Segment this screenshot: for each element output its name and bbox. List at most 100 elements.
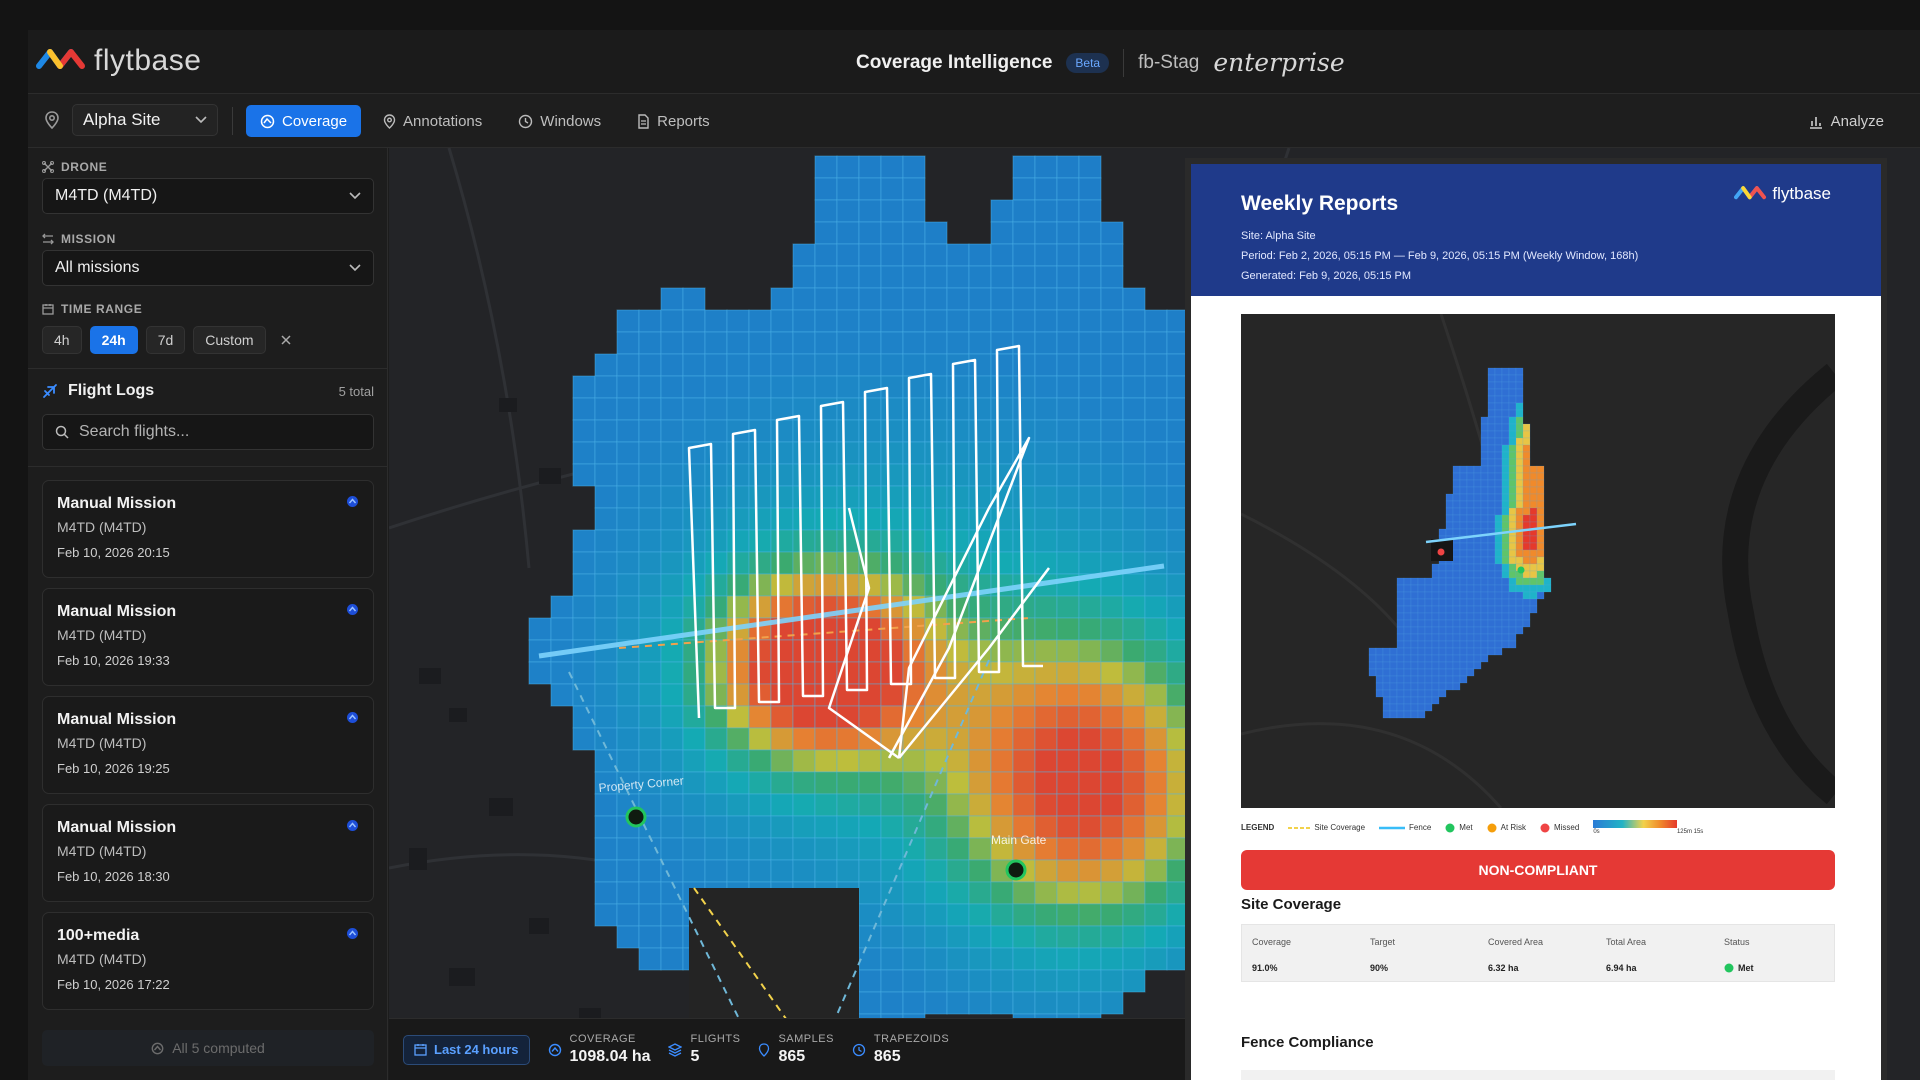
coverage-cell — [682, 419, 706, 443]
report-coverage-cell — [1501, 395, 1510, 404]
coverage-cell — [880, 903, 904, 927]
coverage-cell — [1166, 397, 1190, 421]
time-chip-4h[interactable]: 4h — [42, 326, 82, 354]
coverage-cell — [792, 243, 816, 267]
coverage-cell — [528, 661, 552, 685]
report-coverage-cell — [1487, 535, 1496, 544]
report-coverage-cell — [1543, 584, 1552, 593]
coverage-cell — [902, 441, 926, 465]
mission-select[interactable]: All missions — [42, 250, 374, 286]
coverage-cell — [814, 551, 838, 575]
report-coverage-cell — [1480, 493, 1489, 502]
time-chip-24h[interactable]: 24h — [89, 326, 138, 354]
coverage-cell — [1166, 947, 1190, 971]
report-coverage-cell — [1508, 619, 1517, 628]
coverage-status-icon[interactable] — [346, 819, 359, 832]
property-corner-marker[interactable] — [625, 806, 647, 828]
report-coverage-cell — [1445, 577, 1454, 586]
time-filter-button[interactable]: Last 24 hours — [403, 1034, 530, 1065]
report-coverage-cell — [1480, 465, 1489, 474]
report-coverage-cell — [1494, 626, 1503, 635]
tab-coverage[interactable]: Coverage — [246, 105, 362, 137]
report-coverage-cell — [1501, 556, 1510, 565]
coverage-cell — [858, 177, 882, 201]
coverage-cell — [946, 903, 970, 927]
report-coverage-cell — [1431, 619, 1440, 628]
report-coverage-cell — [1459, 591, 1468, 600]
report-coverage-cell — [1466, 549, 1475, 558]
coverage-cell — [1056, 265, 1080, 289]
report-coverage-cell — [1382, 689, 1391, 698]
site-coverage-table: Coverage 91.0% Target 90% Covered Area 6.32… — [1241, 924, 1835, 982]
org-name[interactable]: fb-Stag — [1138, 52, 1199, 74]
coverage-cell — [902, 287, 926, 311]
table-header: Target — [1370, 937, 1396, 947]
coverage-cell — [968, 705, 992, 729]
coverage-cell — [836, 573, 860, 597]
weekly-report-panel[interactable]: Weekly Reports Site: Alpha Site Period: … — [1191, 164, 1881, 1080]
report-coverage-cell — [1438, 619, 1447, 628]
coverage-cell — [858, 947, 882, 971]
stat-coverage-value: 1098.04 ha — [569, 1048, 651, 1065]
report-coverage-cell — [1494, 500, 1503, 509]
report-coverage-cell — [1494, 563, 1503, 572]
coverage-cell — [946, 837, 970, 861]
flight-card[interactable]: Manual Mission M4TD (M4TD) Feb 10, 2026 19… — [42, 696, 374, 794]
report-coverage-cell — [1487, 598, 1496, 607]
report-coverage-cell — [1487, 444, 1496, 453]
tab-reports[interactable]: Reports — [623, 105, 724, 137]
main-gate-marker[interactable] — [1005, 859, 1027, 881]
coverage-cell — [1034, 771, 1058, 795]
tab-annotations[interactable]: Annotations — [369, 105, 496, 137]
coverage-cell — [858, 221, 882, 245]
search-flights-input[interactable] — [79, 423, 359, 441]
report-coverage-cell — [1431, 612, 1440, 621]
coverage-cell — [616, 925, 640, 949]
coverage-status-icon[interactable] — [346, 927, 359, 940]
report-coverage-cell — [1501, 584, 1510, 593]
coverage-cell — [682, 859, 706, 883]
drone-select[interactable]: M4TD (M4TD) — [42, 178, 374, 214]
coverage-cell — [660, 595, 684, 619]
coverage-cell — [1166, 661, 1190, 685]
flight-card[interactable]: Manual Mission M4TD (M4TD) Feb 10, 2026 20… — [42, 480, 374, 578]
report-coverage-cell — [1403, 710, 1412, 719]
coverage-status-icon[interactable] — [346, 603, 359, 616]
report-coverage-cell — [1501, 451, 1510, 460]
coverage-cell — [726, 661, 750, 685]
coverage-cell — [704, 705, 728, 729]
flight-card[interactable]: 100+media M4TD (M4TD) Feb 10, 2026 17:22 — [42, 912, 374, 1010]
coverage-cell — [1100, 969, 1124, 993]
report-coverage-cell — [1529, 598, 1538, 607]
report-coverage-cell — [1382, 661, 1391, 670]
report-coverage-cell — [1487, 374, 1496, 383]
time-chip-custom[interactable]: Custom — [193, 326, 266, 354]
report-coverage-cell — [1494, 591, 1503, 600]
coverage-cell — [836, 419, 860, 443]
coverage-cell — [1122, 881, 1146, 905]
tab-windows[interactable]: Windows — [504, 105, 615, 137]
report-coverage-cell — [1536, 479, 1545, 488]
report-coverage-cell — [1403, 661, 1412, 670]
coverage-cell — [594, 661, 618, 685]
report-coverage-cell — [1445, 633, 1454, 642]
flight-card[interactable]: Manual Mission M4TD (M4TD) Feb 10, 2026 19… — [42, 588, 374, 686]
report-coverage-cell — [1445, 598, 1454, 607]
coverage-cell — [1034, 595, 1058, 619]
coverage-cell — [1100, 859, 1124, 883]
coverage-status-icon[interactable] — [346, 495, 359, 508]
coverage-status-icon[interactable] — [346, 711, 359, 724]
flight-card[interactable]: Manual Mission M4TD (M4TD) Feb 10, 2026 18… — [42, 804, 374, 902]
time-chip-7d[interactable]: 7d — [145, 326, 186, 354]
report-coverage-cell — [1473, 479, 1482, 488]
clear-time-icon[interactable] — [280, 334, 292, 346]
coverage-cell — [638, 661, 662, 685]
report-coverage-cell — [1452, 584, 1461, 593]
flytbase-logo[interactable]: flytbase — [36, 44, 201, 78]
analyze-button[interactable]: Analyze — [1809, 113, 1884, 130]
report-coverage-cell — [1445, 640, 1454, 649]
site-coverage-col-total: Total Area 6.94 ha — [1606, 937, 1646, 973]
coverage-cell — [990, 353, 1014, 377]
coverage-cell — [1122, 815, 1146, 839]
site-select[interactable]: Alpha Site — [72, 104, 218, 136]
